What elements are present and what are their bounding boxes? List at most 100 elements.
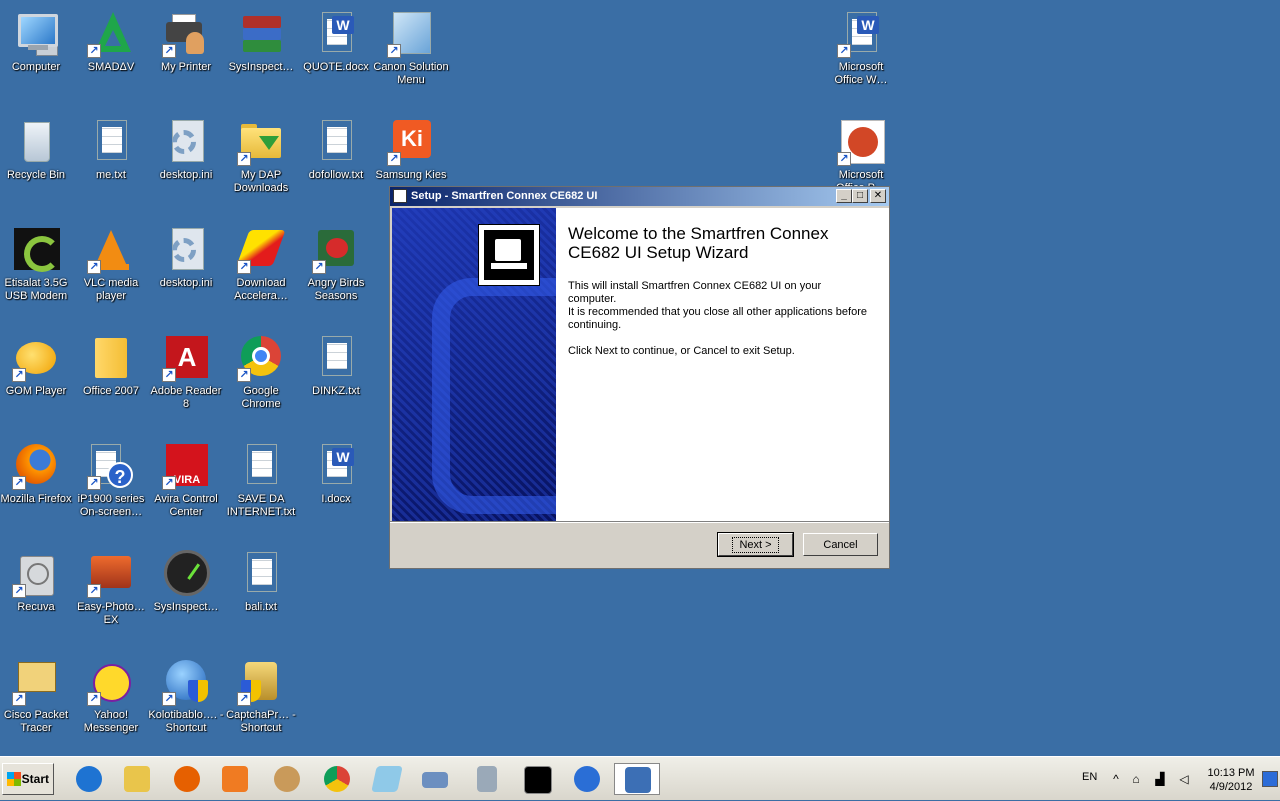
desktop-icon-desktop-ini-2[interactable]: desktop.ini <box>148 220 224 290</box>
setup-app-icon <box>393 189 407 203</box>
wizard-instructions-text: Click Next to continue, or Cancel to exi… <box>568 345 795 357</box>
desktop-icon-firefox[interactable]: Mozilla Firefox <box>0 436 74 506</box>
start-label: Start <box>21 772 49 786</box>
desktop-icon-easy-photo[interactable]: Easy-Photo… EX <box>73 544 149 627</box>
desktop-icon-sysinspect[interactable]: SysInspect… <box>223 4 299 74</box>
desktop-icon-label: GOM Player <box>5 385 67 397</box>
taskbar-media-player[interactable] <box>218 763 252 795</box>
desktop-icon-label: Cisco Packet Tracer <box>3 709 69 734</box>
taskbar-windows-explorer[interactable] <box>120 763 154 795</box>
desktop-icon-my-printer[interactable]: My Printer <box>148 4 224 74</box>
desktop-icon-label: Google Chrome <box>241 385 281 410</box>
desktop-icon-kolotibablo[interactable]: Kolotibablo…. - Shortcut <box>148 652 224 735</box>
settings-file-icon <box>162 226 210 274</box>
language-indicator[interactable]: EN <box>1082 771 1097 783</box>
printer-icon <box>162 10 210 58</box>
desktop-icon-i-docx[interactable]: W I.docx <box>298 436 374 506</box>
desktop-icon-yahoo-messenger[interactable]: Yahoo! Messenger <box>73 652 149 735</box>
desktop-icon-avira[interactable]: VIRA Avira Control Center <box>148 436 224 519</box>
desktop-icon-label: Angry Birds Seasons <box>307 277 365 302</box>
desktop-icon-dofollow-txt[interactable]: dofollow.txt <box>298 112 374 182</box>
desktop-icon-me-txt[interactable]: me.txt <box>73 112 149 182</box>
desktop-icon-label: desktop.ini <box>159 277 213 289</box>
desktop-icon-label: Recycle Bin <box>6 169 66 181</box>
volume-muted-icon[interactable]: ◁ <box>1176 771 1192 787</box>
powerpoint-icon <box>837 118 885 166</box>
show-desktop-button[interactable] <box>1262 771 1278 787</box>
desktop-icon-label: My Printer <box>160 61 212 73</box>
maximize-button[interactable]: □ <box>852 189 868 203</box>
computer-icon <box>12 10 60 58</box>
desktop-icon-microsoft-word[interactable]: W Microsoft Office W… <box>823 4 899 87</box>
desktop-icon-my-dap-downloads[interactable]: My DAP Downloads <box>223 112 299 195</box>
desktop-icon-smadav[interactable]: SMADΔV <box>73 4 149 74</box>
desktop-icon-microsoft-powerpoint[interactable]: Microsoft Office P… <box>823 112 899 195</box>
signal-bars-icon[interactable]: ▟ <box>1152 771 1168 787</box>
word-icon: W <box>837 10 885 58</box>
desktop-icon-captchapr[interactable]: CaptchaPr… - Shortcut <box>223 652 299 735</box>
taskbar-firefox[interactable] <box>170 763 204 795</box>
desktop-icon-canon-solution-menu[interactable]: Canon Solution Menu <box>373 4 449 87</box>
clock[interactable]: 10:13 PM 4/9/2012 <box>1202 766 1260 794</box>
desktop-icon-recuva[interactable]: Recuva <box>0 544 74 614</box>
start-button[interactable]: Start <box>2 763 54 795</box>
cancel-button[interactable]: Cancel <box>803 533 878 556</box>
help-book-icon: ? <box>87 442 135 490</box>
desktop-icon-samsung-kies[interactable]: Ki Samsung Kies <box>373 112 449 182</box>
desktop-icon-save-da-internet[interactable]: SAVE DA INTERNET.txt <box>223 436 299 519</box>
desktop-icon-sysinspect-2[interactable]: SysInspect… <box>148 544 224 614</box>
desktop-icon-office-2007[interactable]: Office 2007 <box>73 328 149 398</box>
desktop-icon-bali-txt[interactable]: bali.txt <box>223 544 299 614</box>
firefox-icon <box>174 766 200 792</box>
desktop-icon-dinkz-txt[interactable]: DINKZ.txt <box>298 328 374 398</box>
taskbar-chrome[interactable] <box>320 763 354 795</box>
desktop-icon-vlc[interactable]: VLC media player <box>73 220 149 303</box>
desktop-icon-quote-docx[interactable]: W QUOTE.docx <box>298 4 374 74</box>
close-button[interactable]: ✕ <box>870 189 886 203</box>
dialog-separator <box>390 521 889 523</box>
desktop-icon-label: Etisalat 3.5G USB Modem <box>4 277 68 302</box>
wizard-intro-text: This will install Smartfren Connex CE682… <box>568 280 822 305</box>
taskbar-internet-explorer[interactable] <box>72 763 106 795</box>
minimize-button[interactable]: _ <box>836 189 852 203</box>
taskbar-on-screen-keyboard[interactable] <box>418 763 452 795</box>
desktop-icon-gom-player[interactable]: GOM Player <box>0 328 74 398</box>
device-icon[interactable]: ⌂ <box>1128 771 1144 787</box>
taskbar-update[interactable] <box>570 763 604 795</box>
taskbar-calculator[interactable] <box>470 763 504 795</box>
desktop-icon-adobe-reader[interactable]: A Adobe Reader 8 <box>148 328 224 411</box>
desktop-icon-label: Canon Solution Menu <box>373 61 449 86</box>
desktop-icon-label: Kolotibablo…. - Shortcut <box>148 709 224 734</box>
dialog-title-bar[interactable]: Setup - Smartfren Connex CE682 UI _ □ ✕ <box>390 187 889 206</box>
desktop-icon-label: SMADΔV <box>87 61 135 73</box>
angry-birds-icon <box>312 226 360 274</box>
setup-icon <box>625 767 651 793</box>
desktop-icon-cisco-packet-tracer[interactable]: Cisco Packet Tracer <box>0 652 74 735</box>
desktop-icon-label: Mozilla Firefox <box>0 493 72 505</box>
taskbar-command-prompt[interactable] <box>520 763 554 795</box>
desktop-icon-angry-birds[interactable]: Angry Birds Seasons <box>298 220 374 303</box>
text-file-icon <box>237 550 285 598</box>
desktop-icon-ip1900[interactable]: ? iP1900 series On-screen… <box>73 436 149 519</box>
taskbar-setup-window[interactable] <box>614 763 660 795</box>
desktop-icon-desktop-ini[interactable]: desktop.ini <box>148 112 224 182</box>
next-button[interactable]: Next > <box>717 532 794 557</box>
taskbar-notepad[interactable] <box>370 763 404 795</box>
desktop-icon-label: Recuva <box>17 601 55 613</box>
avira-icon: VIRA <box>162 442 210 490</box>
desktop-icon-recycle-bin[interactable]: Recycle Bin <box>0 112 74 182</box>
desktop-icon-download-accelerator[interactable]: Download Accelera… <box>223 220 299 303</box>
text-file-icon <box>312 334 360 382</box>
winrar-icon <box>237 10 285 58</box>
taskbar-paint[interactable] <box>270 763 304 795</box>
recuva-icon <box>12 550 60 598</box>
desktop-icon-google-chrome[interactable]: Google Chrome <box>223 328 299 411</box>
wizard-content: Welcome to the Smartfren Connex CE682 UI… <box>556 208 889 521</box>
desktop-icon-etisalat[interactable]: Etisalat 3.5G USB Modem <box>0 220 74 303</box>
show-hidden-icons-chevron-icon[interactable]: ^ <box>1108 771 1124 787</box>
desktop-icon-label: Easy-Photo… EX <box>77 601 145 626</box>
text-file-icon <box>312 118 360 166</box>
desktop-icon-computer[interactable]: Computer <box>0 4 74 74</box>
desktop-icon-label: Adobe Reader 8 <box>150 385 222 410</box>
desktop-icon-label: Avira Control Center <box>154 493 218 518</box>
